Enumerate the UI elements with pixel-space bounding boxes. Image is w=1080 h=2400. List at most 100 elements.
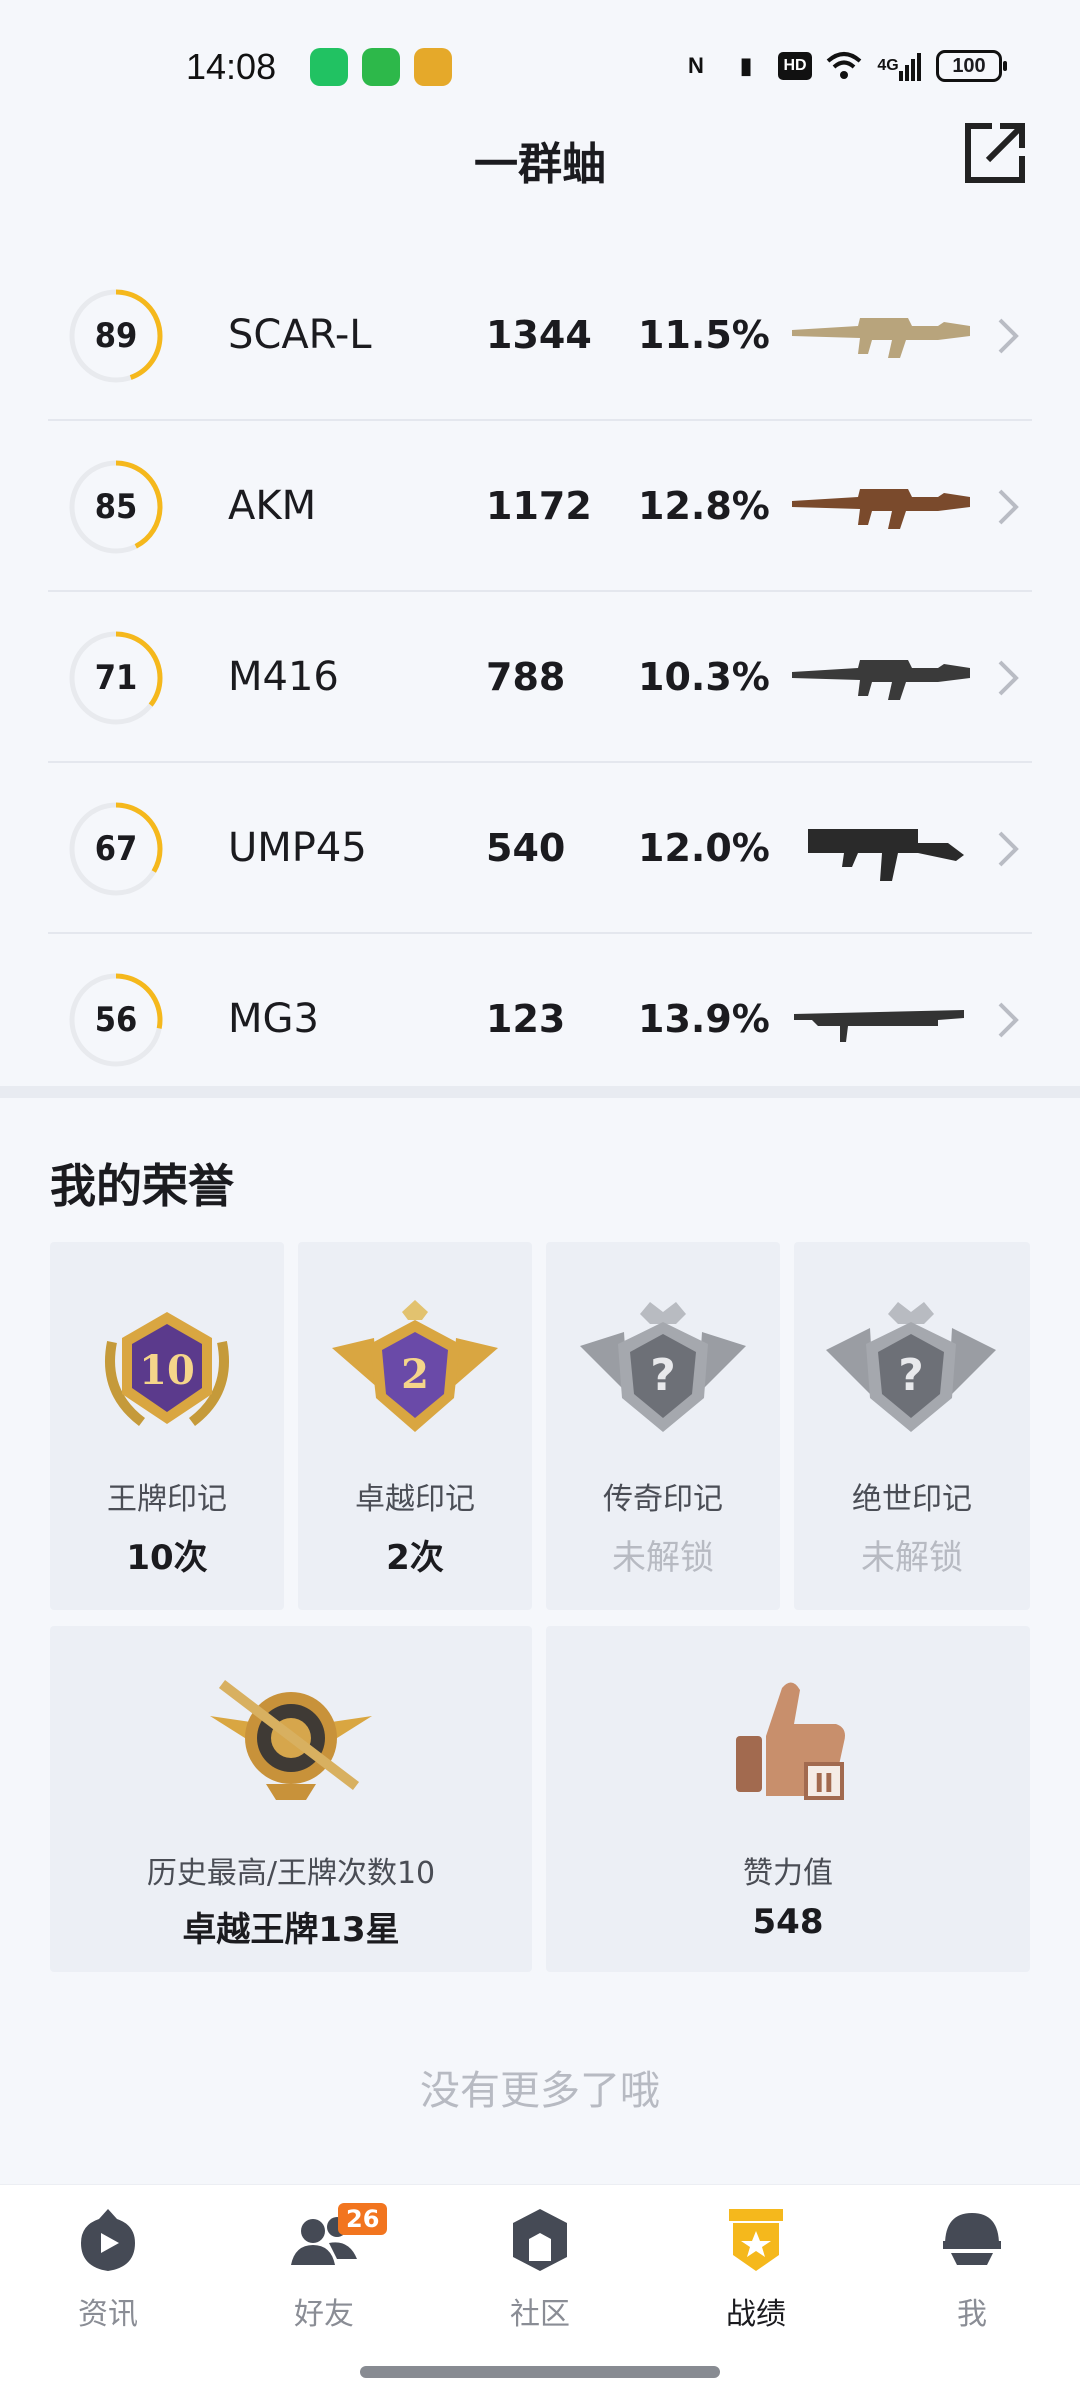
weapon-rating: 89 xyxy=(94,316,138,356)
weapon-row[interactable]: 85 AKM 1172 12.8% xyxy=(48,421,1032,592)
likes-value: 548 xyxy=(752,1902,824,1942)
honors-title: 我的荣誉 xyxy=(50,1159,234,1213)
end-of-list-text: 没有更多了哦 xyxy=(420,2068,660,2114)
weapon-name: MG3 xyxy=(228,996,319,1042)
weapon-kills: 788 xyxy=(486,655,566,699)
game-app-icon xyxy=(414,48,452,86)
nav-community[interactable]: 社区 xyxy=(470,2205,610,2333)
weapon-kills: 540 xyxy=(486,826,566,870)
friends-count-badge: 26 xyxy=(338,2203,388,2235)
nav-friends[interactable]: 26 好友 xyxy=(254,2203,394,2333)
signal-icon: 4G xyxy=(876,48,922,84)
rank-emblem-icon xyxy=(210,1680,372,1800)
excellence-mark-count: 2次 xyxy=(386,1538,444,1578)
record-icon xyxy=(729,2209,783,2271)
weapon-name: UMP45 xyxy=(228,825,367,871)
nav-profile[interactable]: 我 xyxy=(902,2205,1042,2333)
weapon-rate: 13.9% xyxy=(638,997,770,1041)
peerless-mark-label: 绝世印记 xyxy=(852,1482,972,1517)
weapon-rating: 67 xyxy=(94,829,138,869)
share-icon[interactable] xyxy=(962,120,1028,186)
gun-silhouette xyxy=(794,1010,964,1042)
rifle-icon xyxy=(792,660,970,700)
nav-news-label: 资讯 xyxy=(78,2297,138,2332)
weapon-name: M416 xyxy=(228,654,339,700)
weapon-name: AKM xyxy=(228,483,317,529)
hd-icon: HD xyxy=(778,52,812,80)
status-time: 14:08 xyxy=(186,46,277,87)
excellence-mark-card[interactable]: 2 卓越印记 2次 xyxy=(298,1242,532,1610)
legend-mark-label: 传奇印记 xyxy=(603,1482,723,1517)
battery-icon: 100 xyxy=(936,50,1007,82)
weapon-rate: 10.3% xyxy=(638,655,770,699)
chevron-right-icon xyxy=(998,489,1019,525)
weapon-name: SCAR-L xyxy=(228,312,372,358)
ace-mark-badge: 10 xyxy=(105,1312,229,1426)
peerless-mark-badge: ? xyxy=(826,1302,996,1432)
nav-news[interactable]: 资讯 xyxy=(38,2205,178,2333)
weapon-kills: 123 xyxy=(486,997,566,1041)
nav-community-label: 社区 xyxy=(510,2297,570,2332)
ace-mark-card[interactable]: 10 王牌印记 10次 xyxy=(50,1242,284,1610)
chevron-right-icon xyxy=(998,318,1019,354)
excellence-mark-badge: 2 xyxy=(332,1300,498,1432)
weapon-rate: 12.0% xyxy=(638,826,770,870)
rifle-icon xyxy=(792,489,970,529)
weapon-row[interactable]: 56 MG3 123 13.9% xyxy=(48,934,1032,1105)
legend-mark-badge: ? xyxy=(580,1302,746,1432)
weapon-kills: 1172 xyxy=(486,484,592,528)
home-indicator[interactable] xyxy=(360,2366,720,2378)
excellence-mark-number: 2 xyxy=(401,1351,429,1398)
weapon-rate: 11.5% xyxy=(638,313,770,357)
wifi-icon xyxy=(826,48,862,84)
likes-card[interactable]: II 赞力值 548 xyxy=(546,1626,1030,1972)
weapon-list: 89 SCAR-L 1344 11.5% 85 AKM 1172 12.8% 7… xyxy=(48,250,1032,1105)
weapon-row[interactable]: 71 M416 788 10.3% xyxy=(48,592,1032,763)
legend-mark-symbol: ? xyxy=(650,1350,676,1401)
legend-mark-card[interactable]: ? 传奇印记 未解锁 xyxy=(546,1242,780,1610)
weapon-rating: 71 xyxy=(94,658,138,698)
ace-mark-number: 10 xyxy=(139,1347,195,1394)
community-icon xyxy=(513,2209,567,2271)
gun-silhouette xyxy=(792,660,970,700)
machine-gun-icon xyxy=(794,1010,964,1042)
legend-mark-status: 未解锁 xyxy=(612,1538,714,1578)
peerless-mark-status: 未解锁 xyxy=(861,1538,963,1578)
excellence-mark-label: 卓越印记 xyxy=(355,1482,475,1517)
vibrate-icon: ▮ xyxy=(739,53,753,78)
svg-text:II: II xyxy=(814,1769,833,1799)
weapon-kills: 1344 xyxy=(486,313,592,357)
network-type-label: 4G xyxy=(877,57,899,74)
weapon-rating: 56 xyxy=(94,1000,138,1040)
ace-mark-count: 10次 xyxy=(126,1538,208,1578)
gun-silhouette xyxy=(792,489,970,529)
weapon-row[interactable]: 89 SCAR-L 1344 11.5% xyxy=(48,250,1032,421)
weapon-rating: 85 xyxy=(94,487,138,527)
weapon-row[interactable]: 67 UMP45 540 12.0% xyxy=(48,763,1032,934)
page-title: 一群蚰 xyxy=(474,139,606,190)
rifle-icon xyxy=(792,318,970,358)
battery-saver-app-icon xyxy=(310,48,348,86)
nfc-icon: N xyxy=(688,53,704,78)
peerless-mark-symbol: ? xyxy=(898,1350,924,1401)
gun-silhouette xyxy=(792,318,970,358)
news-icon xyxy=(81,2209,135,2271)
profile-icon xyxy=(943,2213,1001,2265)
chevron-right-icon xyxy=(998,831,1019,867)
nav-record[interactable]: 战绩 xyxy=(686,2205,826,2333)
history-best-card[interactable]: 历史最高/王牌次数10 卓越王牌13星 xyxy=(50,1626,532,1972)
likes-label: 赞力值 xyxy=(743,1856,833,1891)
nav-record-label: 战绩 xyxy=(726,2297,786,2332)
ace-mark-label: 王牌印记 xyxy=(107,1482,227,1517)
weapon-rate: 12.8% xyxy=(638,484,770,528)
nav-profile-label: 我 xyxy=(957,2297,987,2332)
gun-silhouette xyxy=(808,829,964,881)
section-divider xyxy=(0,1086,1080,1098)
status-bar: 14:08 N ▮ HD 4G 100 xyxy=(0,0,1080,130)
nav-friends-label: 好友 xyxy=(294,2297,354,2332)
history-best-value: 卓越王牌13星 xyxy=(182,1910,400,1950)
peerless-mark-card[interactable]: ? 绝世印记 未解锁 xyxy=(794,1242,1030,1610)
chevron-right-icon xyxy=(998,660,1019,696)
smg-icon xyxy=(808,829,964,881)
messages-app-icon xyxy=(362,48,400,86)
